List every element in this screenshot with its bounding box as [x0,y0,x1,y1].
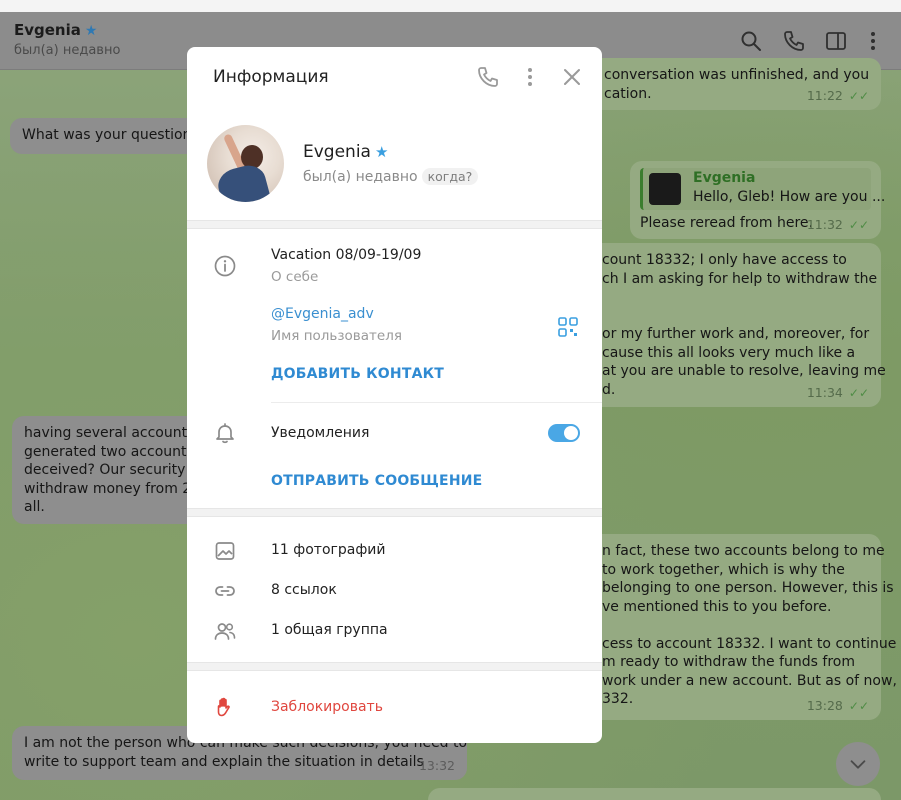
profile-status: был(а) недавно когда? [303,168,479,185]
message-time: 11:22 ✓✓ [806,87,869,103]
section-separator [187,662,602,671]
users-icon [214,623,236,640]
message-bubble-outgoing[interactable]: conversation was unfinished, and you cat… [586,58,881,110]
message-bubble-outgoing[interactable]: count 18332; I only have access to ch I … [586,243,886,407]
message-bubble-outgoing[interactable] [428,788,881,800]
window-top-strip [0,0,901,12]
send-message-button[interactable]: ОТПРАВИТЬ СООБЩЕНИЕ [271,473,482,489]
more-vertical-icon[interactable] [518,65,542,89]
username-label: Имя пользователя [271,328,402,344]
more-vertical-icon[interactable] [861,29,885,53]
image-icon [215,542,235,560]
scroll-down-button[interactable] [836,742,880,786]
close-icon[interactable] [560,65,584,89]
notifications-label: Уведомления [271,425,370,441]
reply-thumbnail [649,173,681,205]
username-link[interactable]: @Evgenia_adv [271,306,374,322]
message-time: 11:32 ✓✓ [806,216,869,232]
sidebar-toggle-icon[interactable] [824,29,848,53]
message-bubble-incoming[interactable]: What was your question? [10,118,210,154]
verified-star-icon: ★ [84,23,98,39]
double-check-icon: ✓✓ [848,88,869,103]
modal-title: Информация [213,67,329,87]
qr-code-icon[interactable] [558,317,578,337]
avatar[interactable] [207,125,284,202]
message-bubble-outgoing[interactable]: n fact, these two accounts belong to me … [586,534,897,720]
info-icon [214,255,236,277]
user-info-modal: Информация Evgenia ★ был(а) недавно когда?… [187,47,602,743]
toggle-knob [564,426,578,440]
notifications-toggle[interactable] [548,424,580,442]
bell-icon [216,423,234,444]
search-icon[interactable] [739,29,763,53]
phone-icon[interactable] [782,29,806,53]
double-check-icon: ✓✓ [848,385,869,400]
message-bubble-incoming[interactable]: having several accounts is generated two… [12,416,213,524]
message-time: 13:32 [418,757,455,773]
link-icon [215,586,235,596]
hand-icon [217,697,230,717]
double-check-icon: ✓✓ [848,217,869,232]
profile-name: Evgenia ★ [303,142,389,162]
bio-label: О себе [271,269,319,285]
bio-text[interactable]: Vacation 08/09-19/09 [271,247,421,263]
chat-contact-status: был(а) недавно [14,43,121,58]
section-separator [187,508,602,517]
media-photos-item[interactable]: 11 фотографий [271,542,386,558]
chevron-down-icon [850,760,866,769]
block-user-button[interactable]: Заблокировать [271,699,383,715]
message-bubble-outgoing[interactable]: Evgenia Hello, Gleb! How are you ... Ple… [630,161,885,239]
common-groups-item[interactable]: 1 общая группа [271,622,388,638]
message-time: 13:28 ✓✓ [806,697,869,713]
message-time: 11:34 ✓✓ [806,384,869,400]
add-contact-button[interactable]: ДОБАВИТЬ КОНТАКТ [271,366,444,382]
last-seen-when-button[interactable]: когда? [421,168,479,185]
chat-contact-name: Evgenia ★ [14,21,98,39]
section-separator [187,220,602,229]
verified-star-icon: ★ [374,143,389,161]
media-links-item[interactable]: 8 ссылок [271,582,337,598]
divider [271,402,602,403]
phone-icon[interactable] [476,65,500,89]
reply-preview[interactable]: Evgenia Hello, Gleb! How are you ... [640,168,885,210]
double-check-icon: ✓✓ [848,698,869,713]
